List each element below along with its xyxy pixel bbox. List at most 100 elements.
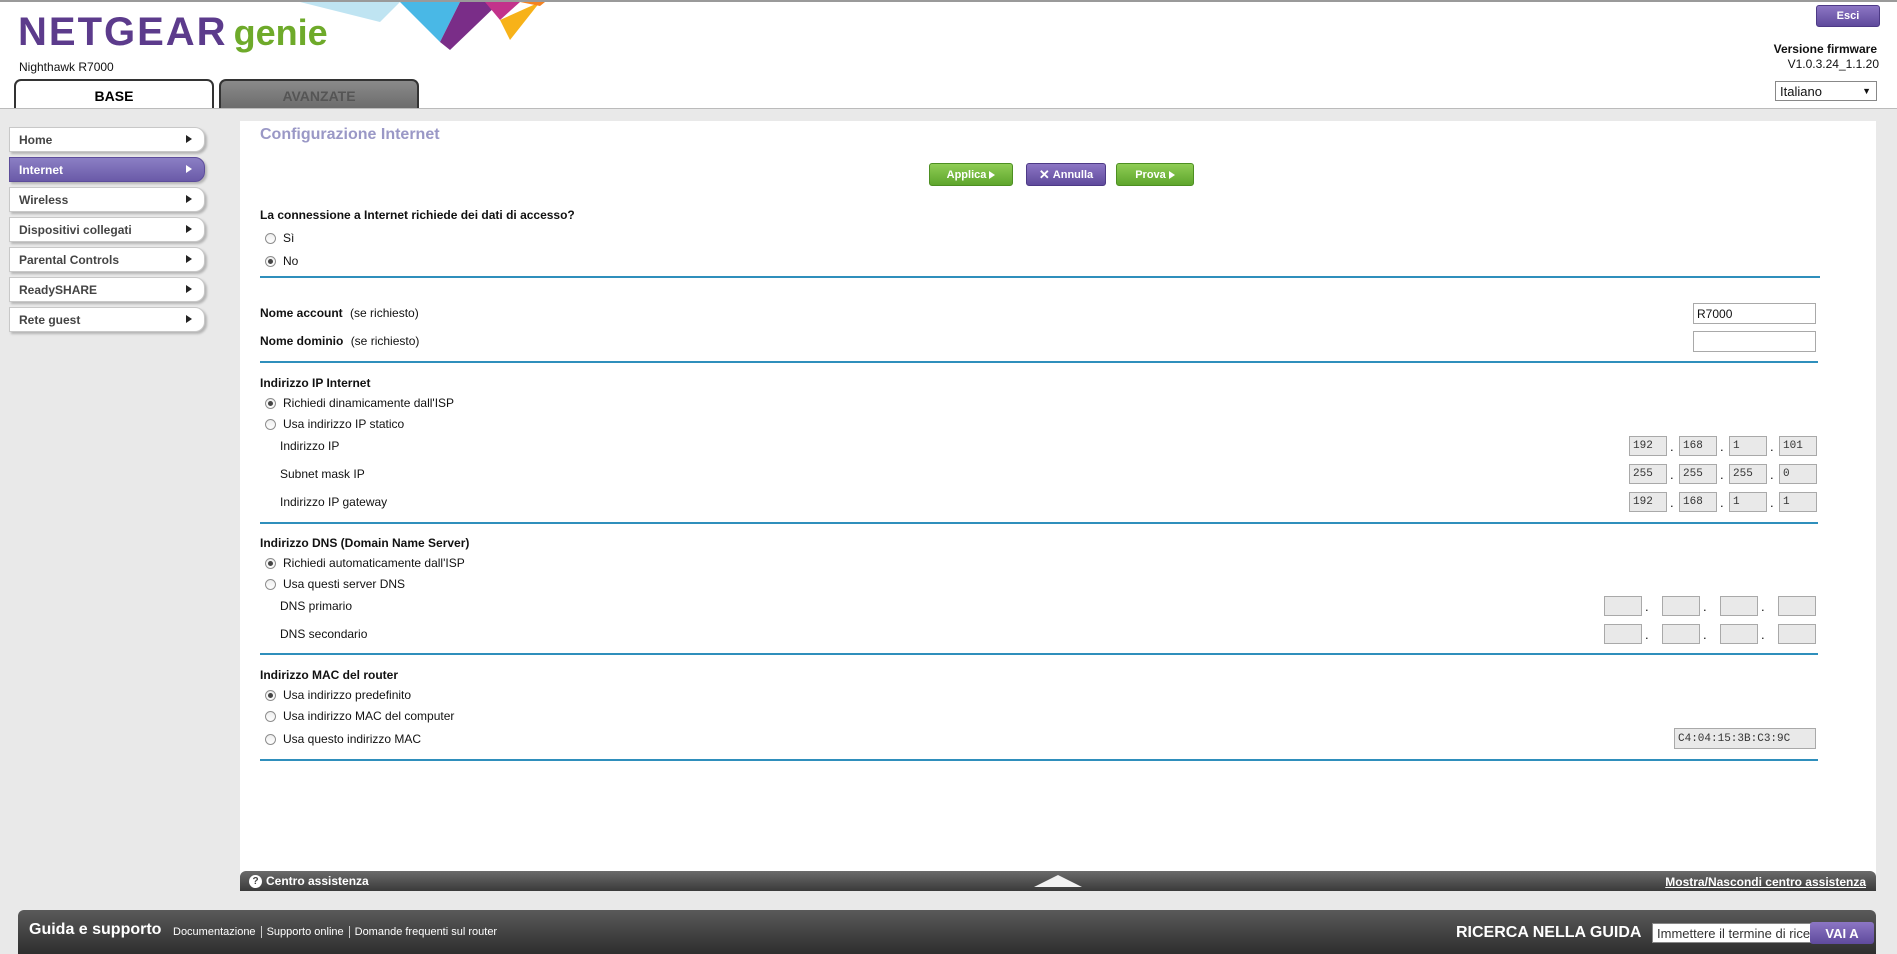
subnet-octet-2[interactable]: 255	[1679, 464, 1717, 484]
sidebar-item-label: ReadySHARE	[19, 282, 98, 297]
subnet-octet-3[interactable]: 255	[1729, 464, 1767, 484]
mac-address-field[interactable]: C4:04:15:3B:C3:9C	[1674, 728, 1816, 749]
dns-primary-octet-4[interactable]	[1778, 596, 1816, 616]
sidebar-item-readyshare[interactable]: ReadySHARE	[9, 277, 205, 302]
radio-button[interactable]	[265, 733, 276, 745]
octet-dot: .	[1761, 599, 1765, 614]
dns-primary-octet-3[interactable]	[1720, 596, 1758, 616]
ip-octet-3[interactable]: 1	[1729, 436, 1767, 456]
radio-button-selected[interactable]	[265, 557, 276, 569]
language-select[interactable]: Italiano ▼	[1775, 81, 1877, 101]
help-search-go-button[interactable]: VAI A	[1810, 922, 1874, 944]
footer-link-online-support[interactable]: Supporto online	[260, 926, 349, 938]
chevron-right-icon	[186, 225, 192, 233]
chevron-right-icon	[186, 255, 192, 263]
radio-button[interactable]	[265, 232, 276, 244]
radio-button[interactable]	[265, 418, 276, 430]
gateway-octet-3[interactable]: 1	[1729, 492, 1767, 512]
dns-primary-label: DNS primario	[280, 599, 353, 613]
mac-computer-option[interactable]: Usa indirizzo MAC del computer	[265, 709, 454, 723]
radio-label: No	[283, 254, 299, 268]
dns-secondary-octet-1[interactable]	[1604, 624, 1642, 644]
dns-secondary-octet-4[interactable]	[1778, 624, 1816, 644]
expand-up-icon[interactable]	[1034, 875, 1082, 887]
apply-button[interactable]: Applica	[929, 163, 1013, 186]
sidebar-item-parental-controls[interactable]: Parental Controls	[9, 247, 205, 272]
chevron-right-icon	[186, 195, 192, 203]
sidebar-item-label: Dispositivi collegati	[19, 222, 132, 237]
octet-dot: .	[1770, 439, 1774, 454]
sidebar-item-label: Internet	[19, 162, 64, 177]
gateway-octet-1[interactable]: 192	[1629, 492, 1667, 512]
mac-default-option[interactable]: Usa indirizzo predefinito	[265, 688, 411, 702]
footer-links: Documentazione Supporto online Domande f…	[173, 926, 502, 938]
sidebar-item-internet[interactable]: Internet	[9, 157, 205, 182]
gateway-octet-4[interactable]: 1	[1779, 492, 1817, 512]
octet-dot: .	[1645, 599, 1649, 614]
optional-hint: (se richiesto)	[350, 306, 419, 320]
login-yes-option[interactable]: Sì	[265, 231, 294, 245]
chevron-right-icon	[186, 165, 192, 173]
section-divider	[260, 653, 1818, 655]
play-arrow-icon	[989, 170, 996, 179]
radio-button[interactable]	[265, 578, 276, 590]
radio-label: Richiedi dinamicamente dall'ISP	[283, 396, 455, 410]
domain-name-field[interactable]	[1693, 331, 1816, 352]
dns-primary-octet-1[interactable]	[1604, 596, 1642, 616]
test-button[interactable]: Prova	[1116, 163, 1194, 186]
octet-dot: .	[1670, 467, 1674, 482]
radio-button-selected[interactable]	[265, 397, 276, 409]
content-frame: Home Internet Wireless Dispositivi colle…	[0, 108, 1897, 954]
account-name-field[interactable]: R7000	[1693, 303, 1816, 324]
sidebar-item-connected-devices[interactable]: Dispositivi collegati	[9, 217, 205, 242]
ip-octet-2[interactable]: 168	[1679, 436, 1717, 456]
domain-name-label: Nome dominio (se richiesto)	[260, 334, 419, 348]
footer-link-documentation[interactable]: Documentazione	[173, 926, 261, 938]
tab-base[interactable]: BASE	[14, 79, 214, 110]
subnet-octet-1[interactable]: 255	[1629, 464, 1667, 484]
radio-label: Richiedi automaticamente dall'ISP	[283, 556, 465, 570]
sidebar-item-wireless[interactable]: Wireless	[9, 187, 205, 212]
cancel-button-label: Annulla	[1052, 168, 1094, 181]
domain-name-label-text: Nome dominio	[260, 334, 344, 348]
dns-auto-option[interactable]: Richiedi automaticamente dall'ISP	[265, 556, 465, 570]
main-panel: Configurazione Internet Applica ✕ Annull…	[240, 121, 1876, 875]
chevron-right-icon	[186, 135, 192, 143]
mac-custom-option[interactable]: Usa questo indirizzo MAC	[265, 732, 421, 746]
account-name-label: Nome account (se richiesto)	[260, 306, 419, 320]
mac-section-title: Indirizzo MAC del router	[260, 668, 398, 682]
footer-title: Guida e supporto	[29, 921, 162, 938]
radio-button[interactable]	[265, 710, 276, 722]
tab-advanced[interactable]: AVANZATE	[219, 79, 419, 110]
dns-primary-octet-2[interactable]	[1662, 596, 1700, 616]
login-no-option[interactable]: No	[265, 254, 298, 268]
help-search-input[interactable]: Immettere il termine di ricerca	[1652, 923, 1822, 943]
ip-octet-1[interactable]: 192	[1629, 436, 1667, 456]
radio-label: Usa questo indirizzo MAC	[283, 732, 422, 746]
dns-secondary-octet-2[interactable]	[1662, 624, 1700, 644]
sidebar-item-label: Home	[19, 132, 53, 147]
footer-link-faq[interactable]: Domande frequenti sul router	[348, 926, 502, 938]
radio-label: Usa indirizzo MAC del computer	[283, 709, 455, 723]
subnet-octet-4[interactable]: 0	[1779, 464, 1817, 484]
ip-dynamic-option[interactable]: Richiedi dinamicamente dall'ISP	[265, 396, 454, 410]
toggle-help-center-link[interactable]: Mostra/Nascondi centro assistenza	[1665, 875, 1866, 889]
dns-secondary-octet-3[interactable]	[1720, 624, 1758, 644]
sidebar-item-guest-network[interactable]: Rete guest	[9, 307, 205, 332]
section-divider	[260, 522, 1818, 524]
dns-manual-option[interactable]: Usa questi server DNS	[265, 577, 405, 591]
language-select-value: Italiano	[1780, 83, 1822, 99]
optional-hint: (se richiesto)	[350, 334, 420, 348]
gateway-octet-2[interactable]: 168	[1679, 492, 1717, 512]
sidebar-item-home[interactable]: Home	[9, 127, 205, 152]
radio-button-selected[interactable]	[265, 255, 276, 267]
octet-dot: .	[1703, 599, 1707, 614]
logout-button[interactable]: Esci	[1816, 5, 1880, 27]
radio-label: Usa questi server DNS	[283, 577, 406, 591]
octet-dot: .	[1720, 467, 1724, 482]
help-center-label[interactable]: ? Centro assistenza	[249, 874, 369, 888]
radio-button-selected[interactable]	[265, 689, 276, 701]
ip-static-option[interactable]: Usa indirizzo IP statico	[265, 417, 404, 431]
ip-octet-4[interactable]: 101	[1779, 436, 1817, 456]
cancel-button[interactable]: ✕ Annulla	[1026, 163, 1106, 186]
